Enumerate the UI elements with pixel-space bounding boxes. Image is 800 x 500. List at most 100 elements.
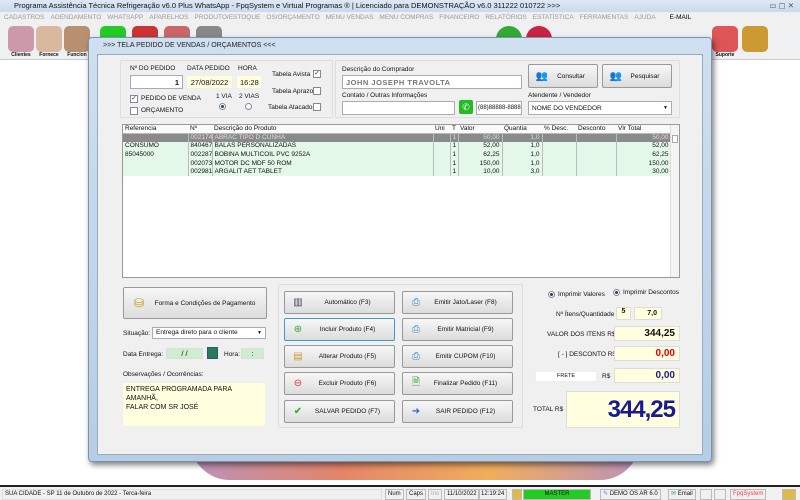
- incluir-button[interactable]: ⊕ Incluir Produto (F4): [284, 318, 395, 341]
- printer-icon: ⎙: [412, 351, 420, 362]
- table-row[interactable]: 002073 MOTOR DC MDF 50 ROM 1 150,00 1,0 150,0…: [123, 158, 672, 168]
- table-cell: [433, 158, 451, 168]
- jato-button[interactable]: ⎙ Emitir Jato/Laser (F8): [402, 291, 513, 314]
- status-select[interactable]: Entrega direto para o cliente ▼: [152, 327, 266, 339]
- table-row[interactable]: 002981 ARGALIT AET TABLET 1 10,00 3,0 30,00: [123, 167, 672, 176]
- email-button[interactable]: ✉ Email: [668, 489, 696, 500]
- calculator-icon[interactable]: [714, 489, 726, 500]
- column-header[interactable]: Descrição do Produto: [212, 125, 433, 134]
- print-discounts-radio[interactable]: [613, 289, 620, 296]
- products-grid[interactable]: Referencia Nº Descrição do Produto Uni T Valo…: [122, 124, 680, 278]
- grid-scrollbar[interactable]: [670, 125, 679, 277]
- sales-order-checkbox[interactable]: ✓: [130, 95, 138, 103]
- support-icon[interactable]: [712, 26, 738, 52]
- column-header[interactable]: Desconto: [576, 125, 616, 134]
- column-header[interactable]: Valor: [458, 125, 502, 134]
- employee-icon[interactable]: [64, 26, 90, 52]
- cupom-button[interactable]: ⎙ Emitir CUPOM (F10): [402, 345, 513, 368]
- sales-order-label: PEDIDO DE VENDA: [141, 95, 201, 102]
- search-button[interactable]: 👥 Pesquisar: [602, 64, 672, 88]
- menu-item[interactable]: AGENDAMENTO: [50, 14, 101, 21]
- alterar-button[interactable]: ▤ Alterar Produto (F5): [284, 345, 395, 368]
- cash-table-checkbox[interactable]: ✓: [313, 70, 321, 78]
- quote-checkbox[interactable]: [130, 107, 138, 115]
- one-copy-radio[interactable]: [219, 103, 226, 110]
- menu-item[interactable]: MENU VENDAS: [326, 14, 374, 21]
- menu-item[interactable]: FERRAMENTAS: [580, 14, 629, 21]
- table-row[interactable]: 85045000 002287 BOBINA MULTICOIL PVC 9252A…: [123, 150, 672, 159]
- menu-item[interactable]: OS/ORÇAMENTO: [266, 14, 319, 21]
- wholesale-table-checkbox[interactable]: [313, 103, 321, 111]
- table-row[interactable]: CONSUMO 840467 BALAS PERSONALIZADAS 1 52,00 1…: [123, 141, 672, 151]
- toolbar-label: Fornece: [39, 52, 59, 58]
- column-header[interactable]: Uni: [433, 125, 450, 134]
- two-copies-radio[interactable]: [245, 103, 252, 110]
- column-header[interactable]: T: [450, 125, 458, 134]
- print-values-label: Imprimir Valores: [558, 291, 605, 298]
- column-header[interactable]: Nº: [188, 125, 212, 134]
- menu-item[interactable]: E-MAIL: [670, 14, 692, 21]
- table-row[interactable]: 002174 ABRAC TIPO D CUNHA 1 50,00 1,0 50,00: [123, 133, 672, 142]
- brand-label: FpqSystem: [730, 489, 767, 500]
- column-header[interactable]: Quantia: [502, 125, 542, 134]
- menu-item[interactable]: CADASTROS: [4, 14, 44, 21]
- window-controls[interactable]: ▭ ▢ ✕: [769, 0, 794, 12]
- payment-button[interactable]: ⛁ Forma e Condições de Pagamento: [123, 287, 267, 319]
- user-icon: [512, 489, 522, 500]
- finalizar-button[interactable]: 🗎 Finalizar Pedido (F11): [402, 372, 513, 395]
- menu-item[interactable]: ESTATÍSTICA: [533, 14, 574, 21]
- delivery-date-input[interactable]: / /: [166, 348, 203, 359]
- printer-icon: ⎙: [412, 324, 420, 335]
- menu-item[interactable]: WHATSAPP: [107, 14, 143, 21]
- menu-item[interactable]: PRODUTO/ESTOQUE: [195, 14, 261, 21]
- menu-item[interactable]: APARELHOS: [149, 14, 188, 21]
- order-number-input[interactable]: 1: [130, 75, 183, 89]
- discount-value[interactable]: 0,00: [614, 346, 680, 361]
- table-cell: [576, 167, 617, 176]
- menu-item[interactable]: MENU COMPRAS: [379, 14, 433, 21]
- menu-item[interactable]: FINANCEIRO: [439, 14, 479, 21]
- print-icon[interactable]: [700, 489, 712, 500]
- excluir-button[interactable]: ⊖ Excluir Produto (F6): [284, 372, 395, 395]
- salvar-button[interactable]: ✔ SALVAR PEDIDO (F7): [284, 400, 395, 423]
- status-label: Situação:: [123, 330, 151, 337]
- status-bar: SUA CIDADE - SP 11 de Outubro de 2022 - …: [0, 485, 800, 500]
- order-date-input[interactable]: 27/08/2022: [186, 75, 233, 89]
- credit-table-checkbox[interactable]: [313, 87, 321, 95]
- menu-item[interactable]: AJUDA: [634, 14, 655, 21]
- supplier-icon[interactable]: [36, 26, 62, 52]
- table-cell: [576, 158, 617, 168]
- column-header[interactable]: Referencia: [123, 125, 188, 134]
- table-cell: 1,0: [502, 158, 543, 168]
- column-header[interactable]: Vlr Total: [616, 125, 671, 134]
- print-values-radio[interactable]: [548, 291, 555, 298]
- whatsapp-icon[interactable]: ✆: [459, 100, 473, 114]
- auto-button[interactable]: ▥ Automático (F3): [284, 291, 395, 314]
- order-time-input[interactable]: 16:28: [236, 75, 262, 89]
- credit-table-label: Tabela Aprazo: [272, 88, 314, 95]
- table-cell: 52,00: [616, 141, 672, 151]
- calendar-icon[interactable]: [207, 347, 218, 359]
- table-cell: 1,0: [502, 141, 543, 151]
- seller-select[interactable]: NOME DO VENDEDOR ▼: [528, 101, 672, 115]
- buyer-name-input[interactable]: JOHN JOSEPH TRAVOLTA: [342, 75, 522, 89]
- table-cell: 002073: [188, 158, 213, 168]
- sair-button[interactable]: ➜ SAIR PEDIDO (F12): [402, 400, 513, 423]
- matricial-button[interactable]: ⎙ Emitir Matricial (F9): [402, 318, 513, 341]
- phone-input[interactable]: (88)88888-8888: [476, 101, 522, 115]
- items-count: 5: [616, 307, 631, 320]
- menu-item[interactable]: RELATÓRIOS: [485, 14, 526, 21]
- freight-value[interactable]: 0,00: [614, 368, 680, 383]
- delivery-time-input[interactable]: :: [241, 348, 264, 359]
- order-number-label: Nº DO PEDIDO: [130, 65, 176, 72]
- exit-icon[interactable]: [742, 26, 768, 52]
- status-date: 11/10/2022: [444, 489, 480, 500]
- clients-icon[interactable]: [8, 26, 34, 52]
- notes-textarea[interactable]: ENTREGA PROGRAMADA PARA AMANHÃ, FALAR CO…: [122, 382, 266, 427]
- column-header[interactable]: % Desc.: [542, 125, 576, 134]
- contact-input[interactable]: [342, 101, 455, 115]
- consult-button[interactable]: 👥 Consultar: [528, 64, 598, 88]
- items-value: 344,25: [614, 326, 680, 341]
- table-cell: 1: [450, 158, 459, 168]
- chevron-down-icon: ▼: [663, 105, 668, 111]
